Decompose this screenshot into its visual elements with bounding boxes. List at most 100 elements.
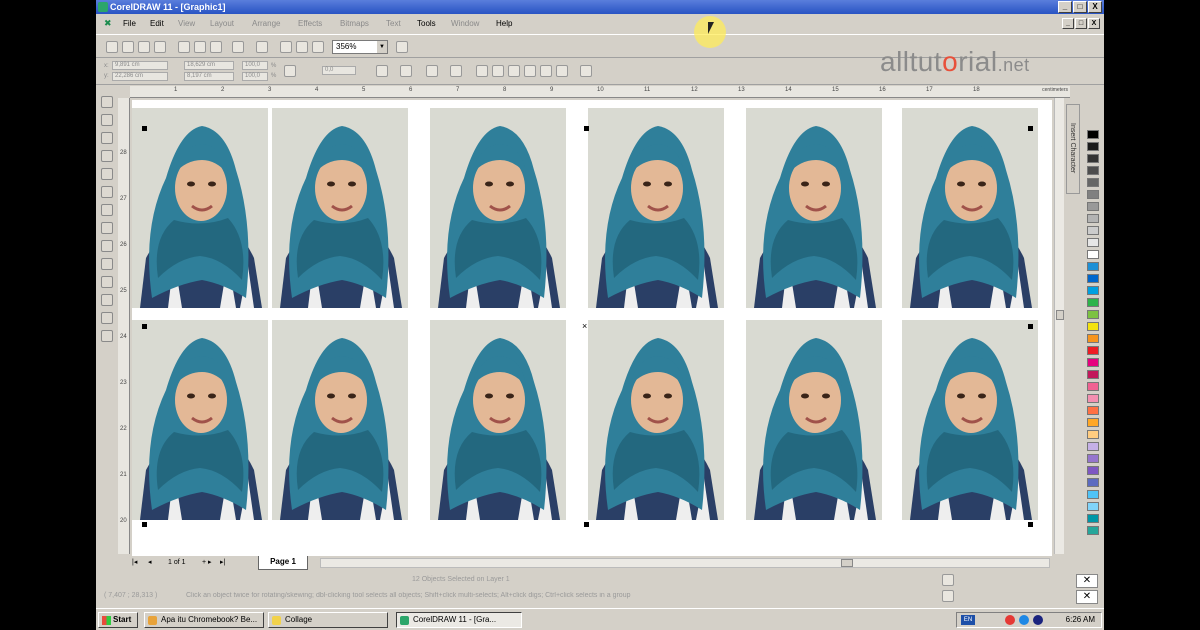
passport-photo[interactable]: [902, 320, 1038, 520]
vertical-ruler[interactable]: 28 27 26 25 24 23 22 21 20: [118, 98, 130, 554]
color-swatch[interactable]: [1087, 502, 1099, 511]
color-swatch[interactable]: [1087, 130, 1099, 139]
passport-photo[interactable]: [430, 320, 566, 520]
new-icon[interactable]: [106, 41, 118, 53]
save-icon[interactable]: [138, 41, 150, 53]
ellipse-tool-icon[interactable]: [101, 204, 113, 216]
color-swatch[interactable]: [1087, 514, 1099, 523]
passport-photo[interactable]: [746, 320, 882, 520]
selection-handle[interactable]: [142, 522, 147, 527]
color-swatch[interactable]: [1087, 190, 1099, 199]
no-fill-swatch[interactable]: ✕: [1076, 574, 1098, 588]
selection-center-marker[interactable]: ×: [582, 322, 587, 331]
messenger-tray-icon[interactable]: [1033, 615, 1043, 625]
document-icon[interactable]: ✖: [104, 19, 113, 28]
color-swatch[interactable]: [1087, 526, 1099, 535]
task-chromebook-article[interactable]: Apa itu Chromebook? Be...: [144, 612, 264, 628]
shape-tool-icon[interactable]: [101, 114, 113, 126]
color-swatch[interactable]: [1087, 490, 1099, 499]
rotation-field[interactable]: 0,0: [322, 66, 356, 75]
insert-character-docker-tab[interactable]: Insert Character: [1066, 104, 1080, 194]
passport-photo[interactable]: [132, 108, 268, 308]
mirror-vertical-icon[interactable]: [400, 65, 412, 77]
menu-tools[interactable]: Tools: [417, 15, 436, 33]
no-outline-swatch[interactable]: ✕: [1076, 590, 1098, 604]
paste-icon[interactable]: [210, 41, 222, 53]
color-swatch[interactable]: [1087, 394, 1099, 403]
passport-photo[interactable]: [272, 320, 408, 520]
antivirus-tray-icon[interactable]: [1005, 615, 1015, 625]
color-swatch[interactable]: [1087, 262, 1099, 271]
first-page-button[interactable]: |◂: [132, 558, 137, 568]
drawing-canvas[interactable]: ×: [132, 100, 1052, 556]
simplify-icon[interactable]: [524, 65, 536, 77]
passport-photo[interactable]: [430, 108, 566, 308]
color-swatch[interactable]: [1087, 406, 1099, 415]
mirror-horizontal-icon[interactable]: [376, 65, 388, 77]
selection-handle[interactable]: [1028, 126, 1033, 131]
task-coreldraw[interactable]: CorelDRAW 11 - [Gra...: [396, 612, 522, 628]
scale-x-field[interactable]: 100,0: [242, 61, 268, 70]
menu-effects[interactable]: Effects: [298, 15, 322, 33]
outline-tool-icon[interactable]: [101, 312, 113, 324]
menu-text[interactable]: Text: [386, 15, 401, 33]
task-collage-folder[interactable]: Collage: [268, 612, 388, 628]
color-swatch[interactable]: [1087, 358, 1099, 367]
menu-help[interactable]: Help: [496, 15, 512, 33]
x-position-field[interactable]: 9,891 cm: [112, 61, 168, 70]
color-swatch[interactable]: [1087, 430, 1099, 439]
outline-indicator-icon[interactable]: [942, 590, 954, 602]
color-swatch[interactable]: [1087, 382, 1099, 391]
menu-view[interactable]: View: [178, 15, 195, 33]
color-swatch[interactable]: [1087, 154, 1099, 163]
passport-photo[interactable]: [746, 108, 882, 308]
zoom-level-input[interactable]: 356% ▼: [332, 40, 388, 54]
intersect-icon[interactable]: [508, 65, 520, 77]
color-swatch[interactable]: [1087, 238, 1099, 247]
add-page-button[interactable]: +: [202, 558, 206, 568]
redo-icon[interactable]: [256, 41, 268, 53]
undo-icon[interactable]: [232, 41, 244, 53]
color-swatch[interactable]: [1087, 454, 1099, 463]
minimize-button[interactable]: _: [1058, 1, 1072, 13]
trim-icon[interactable]: [492, 65, 504, 77]
passport-photo[interactable]: [272, 108, 408, 308]
color-swatch[interactable]: [1087, 166, 1099, 175]
color-swatch[interactable]: [1087, 442, 1099, 451]
menu-layout[interactable]: Layout: [210, 15, 234, 33]
lock-ratio-icon[interactable]: [284, 65, 296, 77]
interactive-blend-tool-icon[interactable]: [101, 276, 113, 288]
last-page-button[interactable]: ▸|: [220, 558, 225, 568]
y-position-field[interactable]: 22,286 cm: [112, 72, 168, 81]
color-swatch[interactable]: [1087, 370, 1099, 379]
zoom-dropdown-icon[interactable]: ▼: [377, 41, 387, 53]
star-tool-icon[interactable]: [101, 222, 113, 234]
import-icon[interactable]: [280, 41, 292, 53]
group-icon[interactable]: [450, 65, 462, 77]
doc-close-button[interactable]: X: [1088, 18, 1100, 29]
color-swatch[interactable]: [1087, 334, 1099, 343]
horizontal-scroll-thumb[interactable]: [841, 559, 853, 567]
pick-tool-icon[interactable]: [101, 96, 113, 108]
maximize-button[interactable]: □: [1073, 1, 1087, 13]
passport-photo[interactable]: [132, 320, 268, 520]
color-swatch[interactable]: [1087, 142, 1099, 151]
passport-photo[interactable]: [588, 320, 724, 520]
selection-handle[interactable]: [1028, 522, 1033, 527]
color-swatch[interactable]: [1087, 202, 1099, 211]
color-swatch[interactable]: [1087, 418, 1099, 427]
selection-handle[interactable]: [584, 126, 589, 131]
color-swatch[interactable]: [1087, 250, 1099, 259]
freehand-tool-icon[interactable]: [101, 168, 113, 180]
application-launcher-icon[interactable]: [312, 41, 324, 53]
fill-tool-icon[interactable]: [101, 330, 113, 342]
page-tab[interactable]: Page 1: [258, 556, 308, 570]
color-swatch[interactable]: [1087, 298, 1099, 307]
menu-edit[interactable]: Edit: [150, 15, 164, 33]
height-field[interactable]: 8,197 cm: [184, 72, 234, 81]
language-indicator[interactable]: EN: [961, 615, 975, 625]
weld-icon[interactable]: [476, 65, 488, 77]
print-icon[interactable]: [154, 41, 166, 53]
color-swatch[interactable]: [1087, 466, 1099, 475]
color-swatch[interactable]: [1087, 286, 1099, 295]
